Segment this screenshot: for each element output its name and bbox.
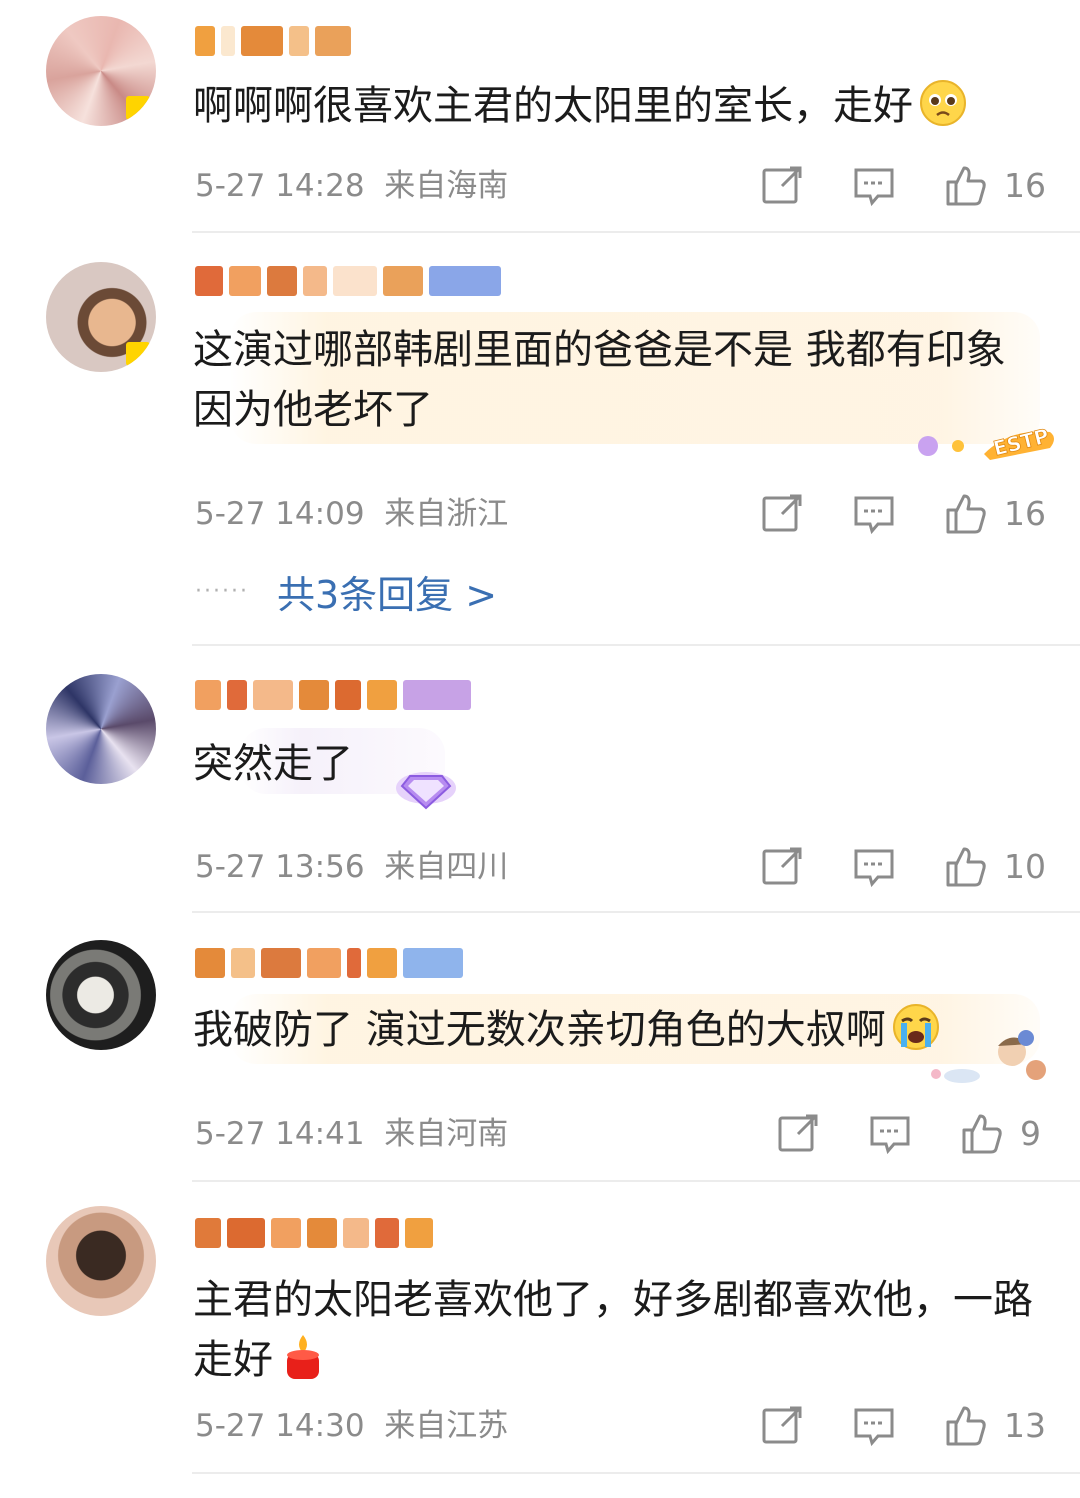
comment-actions: 9 — [0, 1112, 1080, 1162]
comment-text: 这演过哪部韩剧里面的爸爸是不是 我都有印象 因为他老坏了 — [193, 327, 1006, 433]
comment-actions: 10 — [0, 845, 1080, 895]
comment-icon[interactable] — [852, 845, 896, 889]
comment-icon[interactable] — [852, 164, 896, 208]
candle-icon — [279, 1333, 327, 1381]
comment-icon[interactable] — [852, 1404, 896, 1448]
comment-text: 突然走了 — [193, 741, 353, 787]
username-masked[interactable] — [195, 676, 555, 714]
share-icon[interactable] — [776, 1112, 820, 1156]
share-icon[interactable] — [760, 845, 804, 889]
username-masked[interactable] — [195, 262, 555, 300]
comment-text: 我破防了 演过无数次亲切角色的大叔啊 — [193, 1000, 993, 1060]
divider — [192, 911, 1080, 913]
divider — [192, 1180, 1080, 1182]
reply-dots: ······ — [195, 578, 249, 604]
like-count: 16 — [1004, 494, 1046, 533]
like-count: 9 — [1020, 1114, 1041, 1153]
like-icon[interactable] — [944, 164, 988, 208]
verified-badge-icon — [126, 96, 150, 120]
avatar[interactable] — [46, 262, 156, 372]
diamond-badge-icon — [392, 756, 460, 812]
verified-badge-icon — [126, 342, 150, 366]
avatar[interactable] — [46, 1206, 156, 1316]
share-icon[interactable] — [760, 1404, 804, 1448]
comment-text: 啊啊啊很喜欢主君的太阳里的室长，走好 — [193, 76, 1043, 136]
like-icon[interactable] — [944, 1404, 988, 1448]
username-masked[interactable] — [195, 1214, 485, 1252]
avatar[interactable] — [46, 16, 156, 126]
comment-icon[interactable] — [868, 1112, 912, 1156]
comment-actions: 13 — [0, 1404, 1080, 1454]
pleading-face-icon — [919, 79, 967, 127]
comment-actions: 16 — [0, 164, 1080, 214]
character-sticker-icon — [922, 1024, 1052, 1088]
estp-badge-icon: ESTP — [910, 408, 1060, 464]
like-count: 13 — [1004, 1406, 1046, 1445]
like-icon[interactable] — [960, 1112, 1004, 1156]
like-icon[interactable] — [944, 492, 988, 536]
divider — [192, 231, 1080, 233]
share-icon[interactable] — [760, 492, 804, 536]
username-masked[interactable] — [195, 944, 535, 982]
username-masked[interactable] — [195, 22, 555, 60]
comment-actions: 16 — [0, 492, 1080, 542]
view-replies-link[interactable]: 共3条回复 > — [277, 564, 497, 619]
comment-text: 主君的太阳老喜欢他了，好多剧都喜欢他，一路走好 — [193, 1277, 1033, 1383]
share-icon[interactable] — [760, 164, 804, 208]
view-replies-row: ······ 共3条回复 > — [195, 564, 497, 619]
comment-icon[interactable] — [852, 492, 896, 536]
like-count: 16 — [1004, 166, 1046, 205]
like-count: 10 — [1004, 847, 1046, 886]
avatar[interactable] — [46, 674, 156, 784]
svg-text:ESTP: ESTP — [991, 424, 1052, 461]
divider — [192, 1472, 1080, 1474]
divider — [192, 644, 1080, 646]
avatar[interactable] — [46, 940, 156, 1050]
like-icon[interactable] — [944, 845, 988, 889]
